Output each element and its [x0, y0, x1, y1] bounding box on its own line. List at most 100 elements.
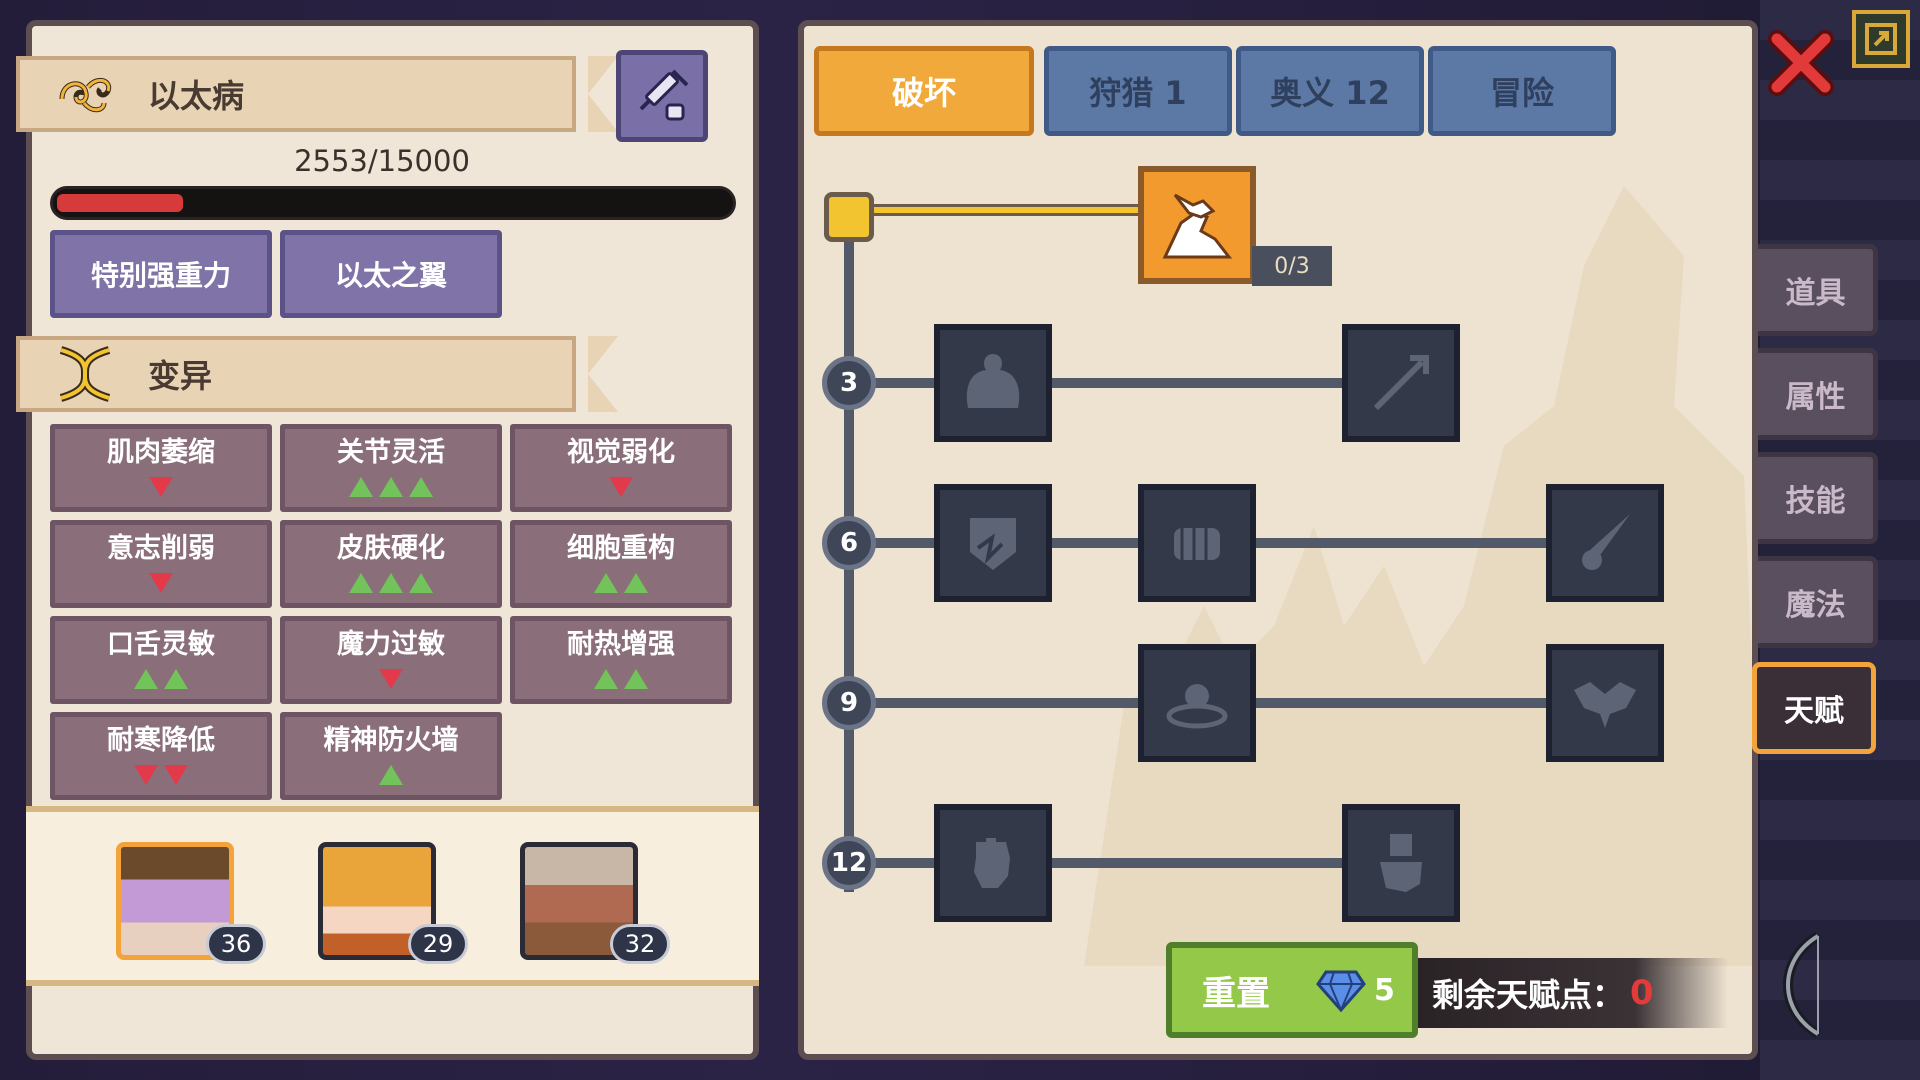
syringe-button[interactable] — [616, 50, 708, 142]
tab-adventure[interactable]: 冒险 — [1428, 46, 1616, 136]
disease-title: 以太病 — [148, 77, 245, 115]
syringe-icon — [639, 69, 689, 121]
arm-wrestle-icon — [1162, 193, 1233, 259]
mutation-name: 皮肤硬化 — [337, 533, 445, 564]
diamond-icon — [1316, 970, 1366, 1012]
mutation-name: 意志削弱 — [107, 533, 215, 564]
party-member-1[interactable]: 36 — [116, 842, 266, 964]
mutation-name: 耐寒降低 — [107, 725, 215, 756]
talent-progress-badge: 0/3 — [1252, 246, 1332, 286]
mutation-name: 视觉弱化 — [567, 437, 675, 468]
tier-level-node: 6 — [822, 516, 876, 570]
talent-blade-slash[interactable] — [1546, 484, 1664, 602]
talent-punch-fist[interactable] — [1138, 484, 1256, 602]
mutation-cell[interactable]: 魔力过敏 — [280, 616, 502, 704]
close-button[interactable] — [1766, 28, 1836, 98]
tab-destroy[interactable]: 破坏 — [814, 46, 1034, 136]
ether-progress-bar — [50, 186, 736, 220]
level-badge: 36 — [206, 924, 266, 964]
mutation-trend — [349, 570, 433, 596]
punch-fist-icon — [1174, 528, 1220, 560]
talent-muscle-body[interactable] — [934, 324, 1052, 442]
mutation-name: 口舌灵敏 — [107, 629, 215, 660]
ether-progress-fill — [57, 194, 183, 212]
tree-root-node — [824, 192, 874, 242]
dna-icon — [50, 344, 120, 404]
decrease-arrow-icon — [609, 477, 633, 497]
increase-arrow-icon — [624, 669, 648, 689]
tier-level-node: 3 — [822, 356, 876, 410]
mutation-cell[interactable]: 耐热增强 — [510, 616, 732, 704]
mutation-cell[interactable]: 肌肉萎缩 — [50, 424, 272, 512]
talent-shield-break[interactable] — [934, 484, 1052, 602]
side-tab-items[interactable]: 道具 — [1758, 244, 1878, 336]
increase-arrow-icon — [594, 669, 618, 689]
skill-button-2[interactable]: 以太之翼 — [280, 230, 502, 318]
side-tab-attributes[interactable]: 属性 — [1758, 348, 1878, 440]
mutation-cell[interactable]: 耐寒降低 — [50, 712, 272, 800]
reset-button[interactable]: 重置 5 — [1166, 942, 1418, 1038]
decrease-arrow-icon — [379, 669, 403, 689]
tree-top-branch — [844, 204, 1144, 216]
side-tab-skills[interactable]: 技能 — [1758, 452, 1878, 544]
mutation-ribbon: 变异 — [16, 336, 618, 412]
shield-break-icon — [970, 518, 1016, 570]
mutation-name: 耐热增强 — [567, 629, 675, 660]
tier-level-node: 12 — [822, 836, 876, 890]
exit-button[interactable] — [1852, 10, 1910, 68]
arrow-shot-icon — [1373, 355, 1429, 411]
increase-arrow-icon — [134, 669, 158, 689]
level-badge: 32 — [610, 924, 670, 964]
ether-progress-text: 2553/15000 — [294, 144, 470, 178]
mutation-trend — [134, 666, 188, 692]
reset-label: 重置 — [1202, 973, 1270, 1014]
increase-arrow-icon — [349, 573, 373, 593]
tab-mystery[interactable]: 奥义 12 — [1236, 46, 1424, 136]
talent-arm-wrestle[interactable] — [1138, 166, 1256, 284]
decrease-arrow-icon — [164, 765, 188, 785]
shockwave-icon — [1166, 684, 1228, 729]
mutation-cell[interactable]: 精神防火墙 — [280, 712, 502, 800]
talent-bat-wings[interactable] — [1546, 644, 1664, 762]
increase-arrow-icon — [379, 477, 403, 497]
talent-raised-fist[interactable] — [934, 804, 1052, 922]
increase-arrow-icon — [379, 573, 403, 593]
close-x-icon — [1768, 30, 1834, 96]
disease-ribbon: 以太病 — [16, 56, 618, 132]
mutation-cell[interactable]: 细胞重构 — [510, 520, 732, 608]
talent-points-label: 剩余天赋点： — [1432, 976, 1625, 1014]
talent-shockwave[interactable] — [1138, 644, 1256, 762]
tab-hunt[interactable]: 狩猎 1 — [1044, 46, 1232, 136]
mutation-name: 关节灵活 — [337, 437, 445, 468]
ether-tentacle-icon — [50, 64, 120, 124]
reset-cost: 5 — [1374, 972, 1395, 1008]
mutation-cell[interactable]: 关节灵活 — [280, 424, 502, 512]
mutation-name: 细胞重构 — [567, 533, 675, 564]
side-tab-talent[interactable]: 天赋 — [1752, 662, 1876, 754]
gauntlet-icon — [1380, 834, 1422, 892]
talent-arrow-shot[interactable] — [1342, 324, 1460, 442]
mutation-cell[interactable]: 视觉弱化 — [510, 424, 732, 512]
side-tab-magic[interactable]: 魔法 — [1758, 556, 1878, 648]
increase-arrow-icon — [409, 477, 433, 497]
increase-arrow-icon — [594, 573, 618, 593]
raised-fist-icon — [974, 838, 1010, 888]
decrease-arrow-icon — [149, 477, 173, 497]
mutation-cell[interactable]: 皮肤硬化 — [280, 520, 502, 608]
mutation-title: 变异 — [148, 357, 213, 395]
mutation-name: 魔力过敏 — [337, 629, 445, 660]
party-member-3[interactable]: 32 — [520, 842, 670, 964]
mutation-cell[interactable]: 意志削弱 — [50, 520, 272, 608]
mutation-name: 精神防火墙 — [323, 725, 459, 756]
bat-wings-icon — [1574, 682, 1636, 728]
skill-button-1[interactable]: 特别强重力 — [50, 230, 272, 318]
increase-arrow-icon — [164, 669, 188, 689]
party-member-2[interactable]: 29 — [318, 842, 468, 964]
decrease-arrow-icon — [134, 765, 158, 785]
mutation-cell[interactable]: 口舌灵敏 — [50, 616, 272, 704]
mutation-trend — [594, 666, 648, 692]
talent-gauntlet[interactable] — [1342, 804, 1460, 922]
talent-points-display: 剩余天赋点： 0 — [1418, 958, 1728, 1028]
bow-icon[interactable] — [1768, 930, 1848, 1040]
mutation-trend — [349, 474, 433, 500]
